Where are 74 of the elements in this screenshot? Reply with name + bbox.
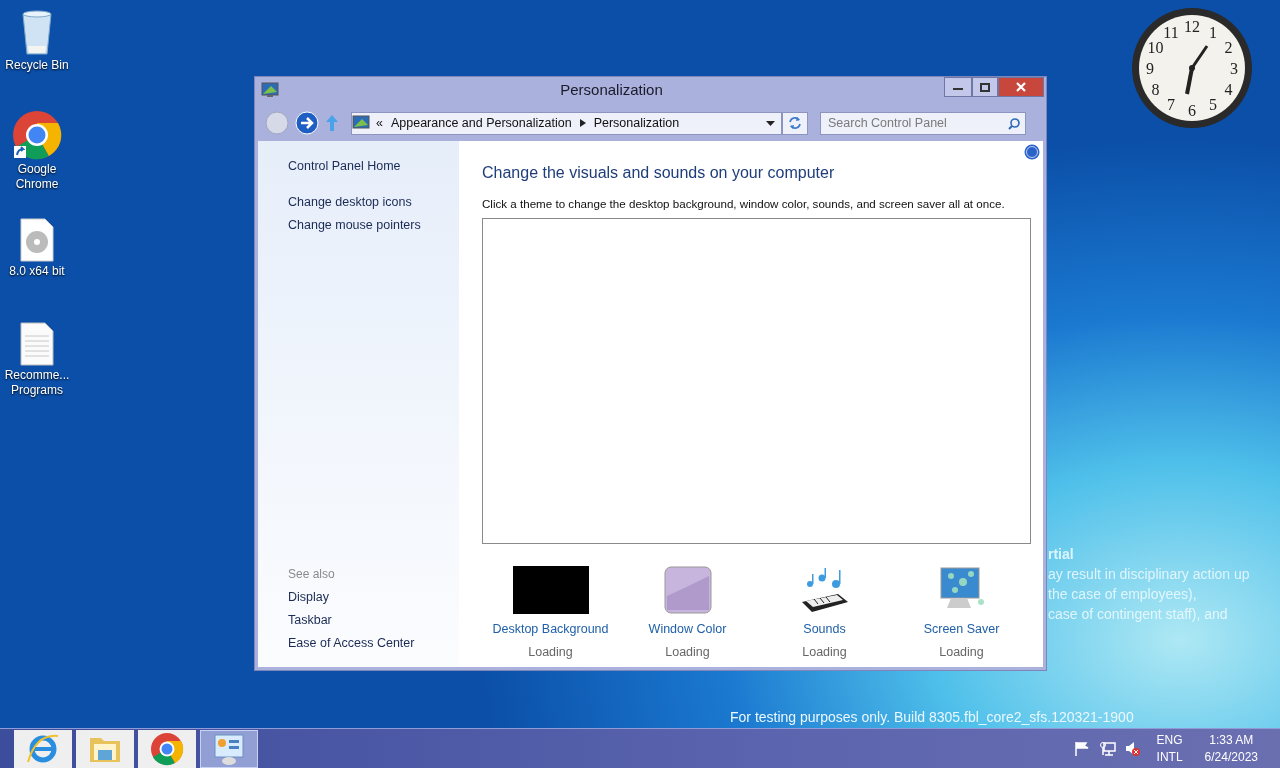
network-icon[interactable] bbox=[1098, 740, 1116, 757]
disc-file-icon[interactable] bbox=[20, 218, 54, 262]
tile-link[interactable]: Desktop Background bbox=[492, 620, 609, 640]
clock-numeral: 7 bbox=[1167, 96, 1175, 114]
refresh-button[interactable] bbox=[782, 111, 808, 135]
loading-status: Loading bbox=[802, 644, 847, 662]
tile-link[interactable]: Window Color bbox=[648, 620, 727, 640]
icon-label[interactable]: Recycle Bin bbox=[5, 58, 69, 73]
input-language-indicator[interactable]: ENG INTL bbox=[1156, 731, 1183, 766]
help-icon[interactable] bbox=[1024, 144, 1040, 160]
wallpaper-text: ay result in disciplinary action up bbox=[1048, 565, 1250, 584]
taskbar-app-button[interactable] bbox=[200, 729, 258, 768]
sidebar-link[interactable]: Change desktop icons bbox=[288, 191, 459, 214]
wallpaper-text: rtial bbox=[1048, 545, 1075, 564]
tile-link[interactable]: Sounds bbox=[803, 620, 846, 640]
loading-status: Loading bbox=[665, 644, 710, 662]
taskbar-app-button[interactable] bbox=[14, 729, 72, 768]
description-text: Click a theme to change the desktop background, window color, sounds, and screen saver all at once. bbox=[482, 196, 1006, 212]
refresh-icon bbox=[788, 116, 802, 130]
color-swatch[interactable] bbox=[663, 566, 712, 615]
speaker-muted-icon[interactable] bbox=[1123, 740, 1141, 757]
personalization-icon bbox=[261, 82, 279, 98]
clock-numeral: 1 bbox=[1209, 23, 1217, 41]
sidebar-link[interactable]: Control Panel Home bbox=[288, 155, 459, 178]
wallpaper-text: case of contingent staff), and bbox=[1048, 605, 1229, 624]
clock-hands-icon bbox=[1185, 45, 1209, 95]
search-field[interactable]: Search Control Panel bbox=[820, 111, 1026, 135]
background-preview[interactable] bbox=[512, 566, 589, 615]
clock-numeral: 12 bbox=[1184, 18, 1200, 35]
icon-label[interactable]: Recomme... Programs bbox=[0, 368, 74, 398]
clock-numeral: 10 bbox=[1147, 39, 1164, 56]
clock-numeral: 4 bbox=[1224, 81, 1233, 98]
maximize-icon bbox=[980, 82, 990, 92]
clock-numeral: 11 bbox=[1163, 23, 1179, 41]
close-icon bbox=[1016, 82, 1026, 92]
chrome-icon bbox=[150, 731, 184, 766]
see-also-link[interactable]: Taskbar bbox=[288, 609, 459, 632]
breadcrumb-arrow-icon[interactable] bbox=[579, 119, 586, 127]
wallpaper-text: the case of employees), bbox=[1048, 585, 1198, 604]
icon-label[interactable]: 8.0 x64 bit bbox=[9, 264, 65, 279]
see-also-link[interactable]: Display bbox=[288, 586, 459, 609]
control-panel-icon bbox=[212, 731, 246, 766]
tile-link[interactable]: Screen Saver bbox=[923, 620, 1000, 640]
taskbar-app-button[interactable] bbox=[76, 729, 134, 768]
clock-numeral: 6 bbox=[1188, 102, 1196, 119]
breadcrumb-overflow[interactable]: « bbox=[376, 113, 383, 133]
clock-numeral: 9 bbox=[1146, 60, 1154, 77]
loading-status: Loading bbox=[528, 644, 573, 662]
minimize-button[interactable] bbox=[944, 77, 972, 97]
flag-icon[interactable] bbox=[1073, 740, 1091, 757]
icon-label[interactable]: Google Chrome bbox=[0, 162, 74, 192]
breadcrumb-item[interactable]: Appearance and Personalization bbox=[390, 113, 572, 133]
search-icon bbox=[1008, 117, 1020, 130]
see-also-heading: See also bbox=[288, 566, 336, 583]
breadcrumb-item[interactable]: Personalization bbox=[593, 113, 680, 133]
chrome-icon[interactable] bbox=[12, 110, 62, 160]
clock-numeral: 8 bbox=[1151, 81, 1160, 98]
maximize-button[interactable] bbox=[972, 77, 998, 97]
build-watermark-text: For testing purposes only. Build 8305.fbl_core2_sfs.120321-1900 bbox=[730, 708, 1134, 727]
taskbar-app-button[interactable] bbox=[138, 729, 196, 768]
clock-numeral: 3 bbox=[1230, 60, 1238, 77]
taskbar-clock[interactable]: 1:33 AM 6/24/2023 bbox=[1204, 731, 1258, 766]
sidebar-link[interactable]: Change mouse pointers bbox=[288, 214, 459, 237]
dropdown-caret-icon[interactable] bbox=[766, 120, 775, 126]
address-bar[interactable]: « Appearance and Personalization Personalization bbox=[351, 111, 782, 135]
page-heading: Change the visuals and sounds on your computer bbox=[482, 163, 836, 183]
loading-status: Loading bbox=[939, 644, 984, 662]
clock-numeral: 5 bbox=[1209, 96, 1217, 114]
document-icon[interactable] bbox=[20, 322, 54, 366]
control-panel-icon bbox=[352, 115, 370, 131]
see-also-link[interactable]: Ease of Access Center bbox=[288, 632, 459, 655]
close-button[interactable] bbox=[998, 77, 1044, 97]
clock-numeral: 2 bbox=[1224, 39, 1233, 56]
window-title: Personalization bbox=[559, 79, 664, 100]
